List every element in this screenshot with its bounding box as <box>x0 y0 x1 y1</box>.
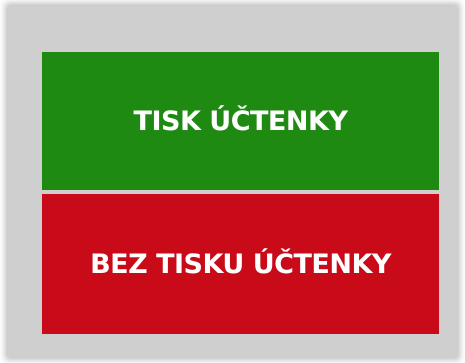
no-print-receipt-label: BEZ TISKU ÚČTENKY <box>90 248 391 280</box>
print-receipt-button[interactable]: TISK ÚČTENKY <box>42 52 439 190</box>
print-receipt-label: TISK ÚČTENKY <box>133 105 348 137</box>
receipt-choice-panel: TISK ÚČTENKY BEZ TISKU ÚČTENKY <box>8 6 457 357</box>
no-print-receipt-button[interactable]: BEZ TISKU ÚČTENKY <box>42 194 439 334</box>
